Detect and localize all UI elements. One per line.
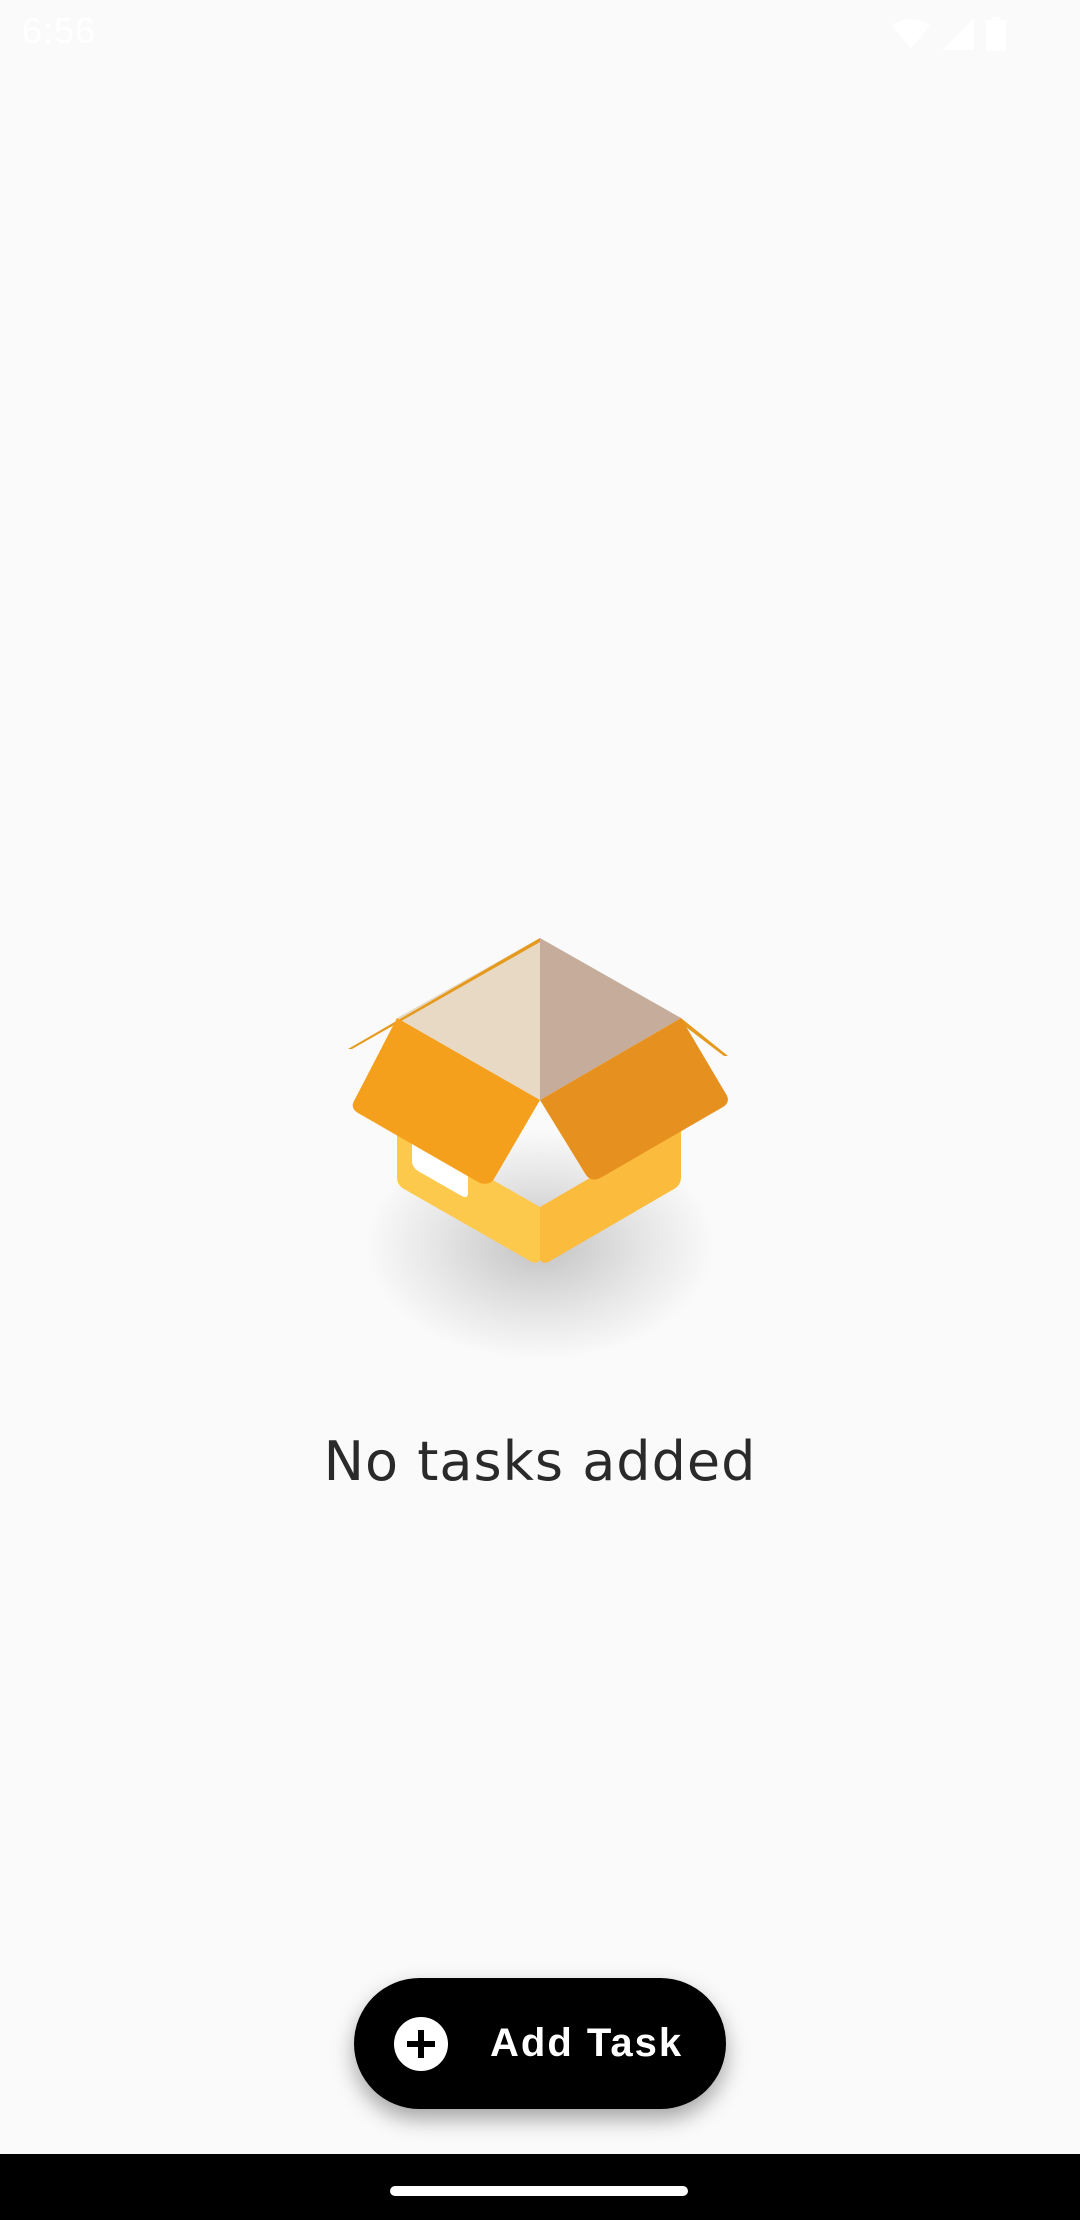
plus-circle-icon [394,2016,448,2071]
status-time: 6:56 [22,10,97,51]
status-icons [892,14,1006,54]
navigation-bar [0,2154,1080,2220]
cell-signal-icon [942,18,974,50]
battery-icon [986,17,1006,51]
open-box-icon [348,938,728,1360]
add-task-label: Add Task [490,2021,684,2065]
add-task-button[interactable]: Add Task [354,1978,726,2109]
status-bar: 6:56 [0,0,1080,66]
home-gesture-handle[interactable] [390,2186,688,2196]
task-list-screen: 6:56 No tasks added Add Task [0,0,1080,2220]
wifi-icon [892,19,930,49]
empty-state-message: No tasks added [323,1430,757,1493]
